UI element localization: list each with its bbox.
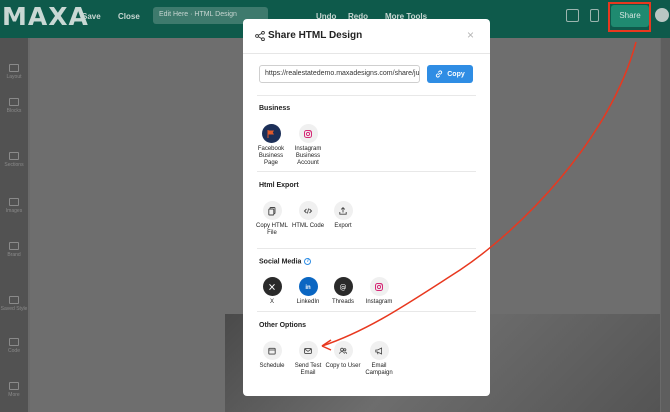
mobile-icon[interactable]: [590, 9, 599, 22]
section-title-other-options: Other Options: [259, 322, 307, 329]
threads-icon: @: [333, 277, 353, 296]
html-code-option[interactable]: HTML Code: [290, 201, 326, 230]
style-icon: [9, 296, 19, 304]
upload-icon: [333, 201, 353, 220]
sidebar-item-images[interactable]: Images: [0, 198, 28, 214]
email-campaign-option[interactable]: Email Campaign: [361, 341, 397, 377]
option-label: Send Test Email: [294, 363, 322, 376]
share-nodes-icon: [255, 31, 265, 41]
option-label: Facebook Business Page: [257, 146, 285, 166]
instagram-icon: [369, 277, 389, 296]
modal-title: Share HTML Design: [268, 30, 363, 41]
sidebar-item-code[interactable]: Code: [0, 338, 28, 354]
option-label: Email Campaign: [365, 363, 393, 376]
divider: [257, 171, 476, 172]
option-label: Copy HTML File: [255, 223, 288, 236]
sections-icon: [9, 152, 19, 160]
info-icon[interactable]: i: [304, 258, 312, 265]
schedule-option[interactable]: Schedule: [254, 341, 290, 370]
sidebar-item-more[interactable]: More: [0, 382, 28, 398]
more-icon: [9, 382, 19, 390]
divider: [257, 248, 476, 249]
desktop-icon[interactable]: [566, 9, 579, 22]
copy-to-user-option[interactable]: Copy to User: [325, 341, 361, 370]
sidebar-item-sections[interactable]: Sections: [0, 152, 28, 168]
layout-icon: [9, 64, 19, 72]
instagram-icon: [298, 124, 318, 143]
x-option[interactable]: X: [254, 277, 290, 306]
modal-header: Share HTML Design ×: [243, 19, 490, 54]
annotation-highlight-box: [608, 2, 651, 32]
linkedin-option[interactable]: in LinkedIn: [290, 277, 326, 306]
facebook-business-page-option[interactable]: Facebook Business Page: [253, 124, 289, 167]
option-label: Instagram: [365, 299, 393, 305]
option-label: X: [269, 299, 274, 305]
app-logo: MAXA: [2, 2, 89, 31]
megaphone-icon: [369, 341, 389, 360]
option-label: Instagram Business Account: [294, 146, 322, 166]
copy-file-icon: [262, 201, 282, 220]
share-url-field[interactable]: https://realestatedemo.maxadesigns.com/s…: [259, 65, 420, 83]
blocks-icon: [9, 98, 19, 106]
copy-link-button[interactable]: Copy: [427, 65, 473, 83]
option-label: LinkedIn: [296, 299, 320, 305]
brand-icon: [9, 242, 19, 250]
option-label: Export: [334, 223, 352, 229]
flag-icon: [261, 124, 281, 143]
sidebar-item-saved-style[interactable]: Saved Style: [0, 296, 28, 312]
export-option[interactable]: Export: [325, 201, 361, 230]
close-button[interactable]: Close: [118, 12, 140, 21]
left-sidebar: Layout Blocks Sections Images Brand Save…: [0, 38, 28, 412]
email-icon: [298, 341, 318, 360]
threads-option[interactable]: @ Threads: [325, 277, 361, 306]
copy-html-file-option[interactable]: Copy HTML File: [254, 201, 290, 237]
option-label: Schedule: [259, 363, 285, 369]
instagram-business-account-option[interactable]: Instagram Business Account: [290, 124, 326, 167]
x-icon: [262, 277, 282, 296]
sidebar-item-layout[interactable]: Layout: [0, 64, 28, 80]
option-label: HTML Code: [291, 223, 325, 229]
sidebar-item-brand[interactable]: Brand: [0, 242, 28, 258]
link-icon: [436, 70, 443, 78]
option-label: Threads: [331, 299, 354, 305]
send-test-email-option[interactable]: Send Test Email: [290, 341, 326, 377]
images-icon: [9, 198, 19, 206]
code-icon: [298, 201, 318, 220]
avatar[interactable]: [655, 8, 669, 22]
code-icon: [9, 338, 19, 346]
save-button[interactable]: Save: [82, 12, 101, 21]
linkedin-icon: in: [298, 277, 318, 296]
instagram-option[interactable]: Instagram: [361, 277, 397, 306]
canvas-scrollbar[interactable]: [661, 38, 670, 412]
svg-text:@: @: [340, 283, 347, 291]
sidebar-item-blocks[interactable]: Blocks: [0, 98, 28, 114]
users-icon: [333, 341, 353, 360]
close-icon[interactable]: ×: [467, 28, 474, 42]
divider: [257, 311, 476, 312]
share-modal: Share HTML Design × https://realestatede…: [243, 19, 490, 396]
section-title-html-export: Html Export: [259, 182, 299, 189]
divider: [257, 95, 476, 96]
svg-text:in: in: [305, 285, 311, 291]
option-label: Copy to User: [325, 363, 361, 369]
section-title-business: Business: [259, 105, 291, 112]
calendar-icon: [262, 341, 282, 360]
section-title-social-media: Social Media i: [259, 258, 312, 265]
